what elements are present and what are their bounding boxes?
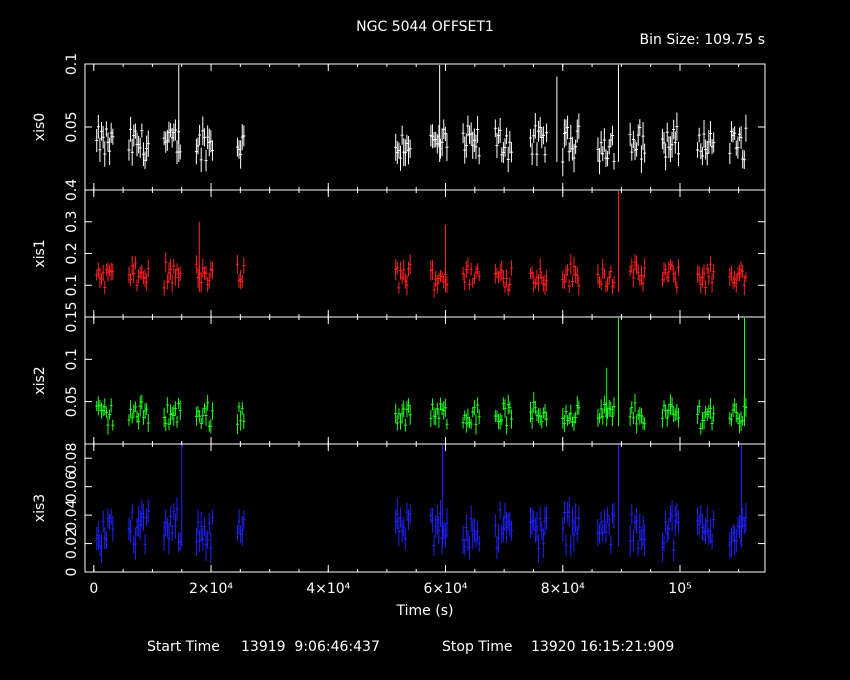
series-points-xis3 — [95, 445, 748, 564]
stop-time-label: Stop Time — [442, 639, 513, 655]
series-label-xis3: xis3 — [32, 494, 48, 522]
start-time-value: 13919 9:06:46:437 — [241, 639, 380, 655]
y-tick-label: 0.04 — [64, 499, 80, 530]
panel-xis0: 0.05 0.1 xis0 — [32, 53, 766, 191]
y-tick-label: 0.4 — [64, 179, 80, 201]
light-curve-chart: NGC 5044 OFFSET1 Bin Size: 109.75 s 0.05… — [32, 19, 766, 655]
y-tick-label: 0.06 — [64, 471, 80, 502]
series-points-xis1 — [95, 191, 748, 298]
stop-time-value: 13920 16:15:21:909 — [531, 639, 674, 655]
x-tick-label: 0 — [89, 581, 98, 597]
x-axis-label: Time (s) — [396, 603, 454, 619]
series-label-xis0: xis0 — [32, 113, 48, 141]
series-points-xis2 — [95, 318, 748, 435]
y-tick-label: 0.2 — [64, 242, 80, 264]
x-tick-label: 8×10⁴ — [541, 581, 585, 597]
series-points-xis0 — [95, 65, 748, 177]
x-tick-label: 10⁵ — [668, 581, 691, 597]
y-tick-label: 0.05 — [64, 386, 80, 417]
y-tick-label: 0.08 — [64, 443, 80, 474]
y-tick-label: 0.1 — [64, 53, 80, 75]
bin-size-label: Bin Size: 109.75 s — [640, 32, 765, 48]
panel-frame — [84, 189, 766, 318]
y-tick-label: 0.3 — [64, 211, 80, 233]
series-label-xis1: xis1 — [32, 239, 48, 267]
panel-xis3: 0 0.020.040.060.08 xis3 — [32, 443, 766, 577]
start-time-label: Start Time — [147, 639, 220, 655]
y-tick-label: 0.02 — [64, 528, 80, 559]
x-tick-label: 2×10⁴ — [189, 581, 233, 597]
panel-xis2: 0.05 0.1 0.15 xis2 — [32, 301, 766, 445]
y-tick-label: 0.05 — [64, 111, 80, 142]
x-tick-label: 4×10⁴ — [306, 581, 350, 597]
y-tick-label: 0 — [64, 568, 80, 577]
y-tick-label: 0.1 — [64, 348, 80, 370]
chart-title: NGC 5044 OFFSET1 — [356, 19, 494, 35]
panel-xis1: 0.1 0.2 0.3 0.4 xis1 — [32, 179, 766, 318]
series-label-xis2: xis2 — [32, 366, 48, 394]
y-tick-label: 0.15 — [64, 301, 80, 332]
x-axis-ticks: 0 2×10⁴ 4×10⁴ 6×10⁴ 8×10⁴ 10⁵ — [89, 581, 691, 597]
y-tick-label: 0.1 — [64, 274, 80, 296]
panel-frame — [84, 316, 766, 445]
panel-frame — [84, 443, 766, 573]
panel-frame — [84, 63, 766, 191]
x-tick-label: 6×10⁴ — [423, 581, 467, 597]
